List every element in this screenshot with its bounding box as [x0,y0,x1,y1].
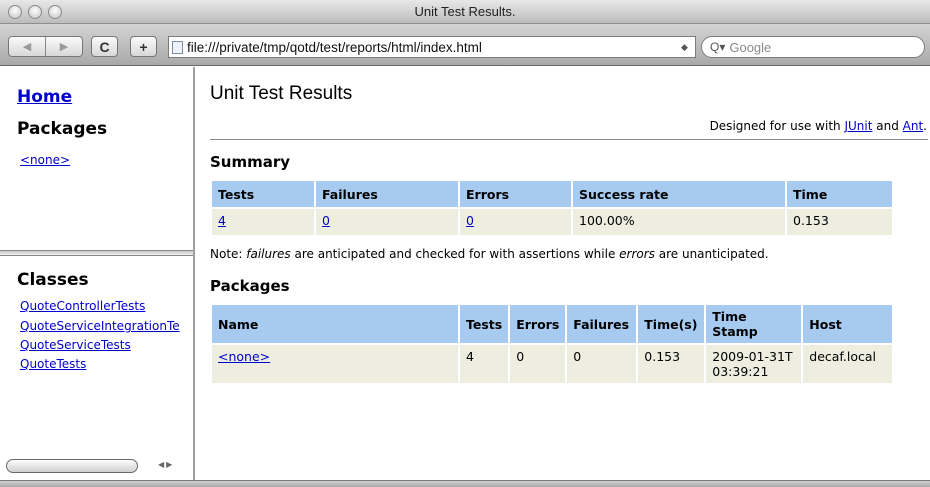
search-field[interactable]: Q▾ Google [701,36,925,58]
table-cell: 0.153 [638,345,705,383]
browser-toolbar: ◀ ▶ C + file:///private/tmp/qotd/test/re… [0,24,930,66]
note-suffix: are unanticipated. [654,247,769,261]
errors-count-link[interactable]: 0 [466,213,474,228]
package-name-link[interactable]: <none> [218,349,270,364]
home-link[interactable]: Home [17,87,72,107]
column-header: Host [803,305,892,343]
reload-button[interactable]: C [91,36,118,57]
note-text: Note: failures are anticipated and check… [210,247,769,261]
designed-suffix: . [923,119,927,133]
column-header: Time(s) [638,305,705,343]
ant-link[interactable]: Ant [903,119,924,133]
column-header: Errors [510,305,566,343]
search-placeholder: Google [729,39,772,55]
left-frame: Home Packages <none> Classes QuoteContro… [0,67,195,480]
note-middle: are anticipated and checked for with ass… [290,247,620,261]
package-link-none[interactable]: <none> [20,153,70,167]
table-cell: 0 [460,209,571,235]
column-header: Failures [567,305,637,343]
reload-icon: C [99,38,110,55]
tests-count-link[interactable]: 4 [218,213,226,228]
table-row: 4 0 0 100.00% 0.153 [212,209,892,235]
column-header: Errors [460,181,571,207]
back-button[interactable]: ◀ [9,37,46,56]
note-prefix: Note: [210,247,247,261]
column-header: Name [212,305,458,343]
table-cell: 0 [316,209,458,235]
column-header: Time [787,181,892,207]
note-failures: failures [246,247,291,261]
classes-frame: Classes QuoteControllerTests QuoteServic… [0,256,193,480]
class-link[interactable]: QuoteTests [20,357,86,371]
horizontal-scrollbar[interactable]: ◀▶ [6,459,193,474]
scrollbar-thumb[interactable] [6,459,138,473]
table-header-row: Tests Failures Errors Success rate Time [212,181,892,207]
column-header: Tests [460,305,509,343]
junit-link[interactable]: JUnit [844,119,872,133]
table-cell: 0 [510,345,566,383]
column-header: Time Stamp [706,305,802,343]
page-title: Unit Test Results [210,83,353,104]
designed-for-note: Designed for use with JUnit and Ant. [710,119,927,133]
class-link[interactable]: QuoteControllerTests [20,299,145,313]
class-link[interactable]: QuoteServiceTests [20,338,131,352]
designed-and: and [872,119,903,133]
designed-prefix: Designed for use with [709,119,845,133]
window-title: Unit Test Results. [414,4,516,19]
page-icon [172,40,183,54]
table-row: <none> 4 0 0 0.153 2009-01-31T03:39:21 d… [212,345,892,383]
packages-frame: Home Packages <none> [0,67,193,250]
main-frame: Unit Test Results Designed for use with … [197,67,930,480]
table-cell: 2009-01-31T03:39:21 [706,345,802,383]
window-titlebar: Unit Test Results. [0,0,930,24]
header-divider [210,139,928,140]
packages-heading: Packages [17,119,108,139]
success-rate-cell: 100.00% [573,209,785,235]
note-errors: errors [619,247,655,261]
scroll-arrows-icon[interactable]: ◀▶ [158,460,174,469]
column-header: Success rate [573,181,785,207]
column-header: Tests [212,181,314,207]
packages-table: Name Tests Errors Failures Time(s) Time … [210,303,894,385]
column-header: Failures [316,181,458,207]
summary-heading: Summary [210,153,291,171]
table-cell: <none> [212,345,458,383]
table-cell: 4 [212,209,314,235]
search-icon[interactable]: Q▾ [710,40,725,54]
address-dropdown-icon[interactable]: ◆ [681,42,695,53]
packages-section-heading: Packages [210,277,290,295]
summary-table: Tests Failures Errors Success rate Time … [210,179,894,237]
address-bar[interactable]: file:///private/tmp/qotd/test/reports/ht… [168,36,696,58]
nav-buttons: ◀ ▶ [8,36,83,57]
failures-count-link[interactable]: 0 [322,213,330,228]
class-link[interactable]: QuoteServiceIntegrationTe [20,319,180,333]
add-icon: + [139,38,148,55]
window-status-bar [0,480,930,487]
forward-button[interactable]: ▶ [46,37,82,56]
add-bookmark-button[interactable]: + [130,36,157,57]
table-cell: 0 [567,345,637,383]
url-text[interactable]: file:///private/tmp/qotd/test/reports/ht… [187,40,681,55]
table-header-row: Name Tests Errors Failures Time(s) Time … [212,305,892,343]
time-cell: 0.153 [787,209,892,235]
table-cell: decaf.local [803,345,892,383]
table-cell: 4 [460,345,509,383]
classes-heading: Classes [17,270,89,290]
